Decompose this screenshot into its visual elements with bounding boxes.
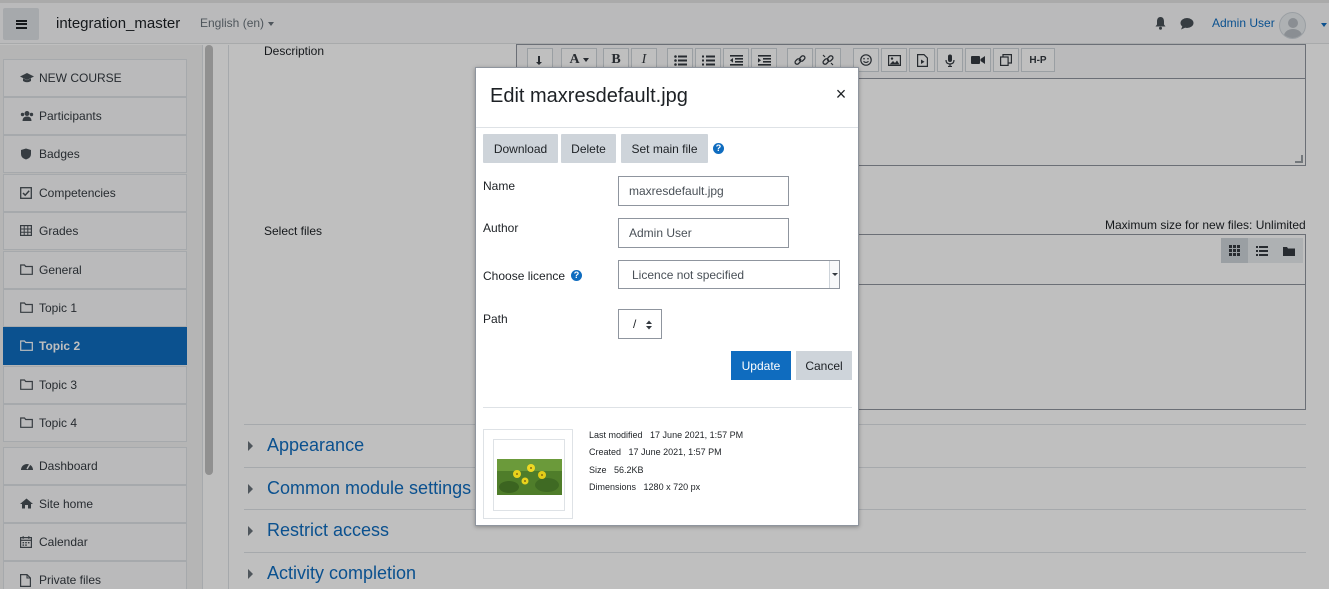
author-field[interactable]: Admin User <box>618 218 789 248</box>
download-button[interactable]: Download <box>483 134 558 163</box>
licence-label: Choose licence <box>483 269 566 283</box>
help-icon[interactable]: ? <box>571 270 582 281</box>
name-label: Name <box>483 179 516 193</box>
update-button[interactable]: Update <box>731 351 791 380</box>
close-icon[interactable]: × <box>834 84 848 104</box>
licence-select[interactable]: Licence not specified <box>618 260 840 289</box>
path-label: Path <box>483 312 508 326</box>
file-preview <box>483 429 573 519</box>
set-main-file-button[interactable]: Set main file <box>621 134 708 163</box>
file-preview-inner <box>493 439 565 511</box>
meta-dimensions: Dimensions 1280 x 720 px <box>589 482 701 492</box>
cancel-button[interactable]: Cancel <box>796 351 852 380</box>
edit-file-dialog: Edit maxresdefault.jpg × Download Delete… <box>475 67 859 526</box>
dialog-divider <box>483 407 852 408</box>
help-icon[interactable]: ? <box>713 143 724 154</box>
meta-size: Size 56.2KB <box>589 465 644 475</box>
sort-icon <box>646 320 652 330</box>
caret-down-icon <box>829 261 839 288</box>
dialog-header-divider <box>476 127 858 128</box>
meta-created: Created 17 June 2021, 1:57 PM <box>589 447 722 457</box>
delete-button[interactable]: Delete <box>561 134 616 163</box>
dialog-title: Edit maxresdefault.jpg <box>490 85 688 107</box>
flower-thumbnail-image <box>497 459 562 495</box>
author-label: Author <box>483 221 519 235</box>
meta-last-modified: Last modified 17 June 2021, 1:57 PM <box>589 430 744 440</box>
path-select[interactable]: / <box>618 309 662 339</box>
name-field[interactable]: maxresdefault.jpg <box>618 176 789 206</box>
